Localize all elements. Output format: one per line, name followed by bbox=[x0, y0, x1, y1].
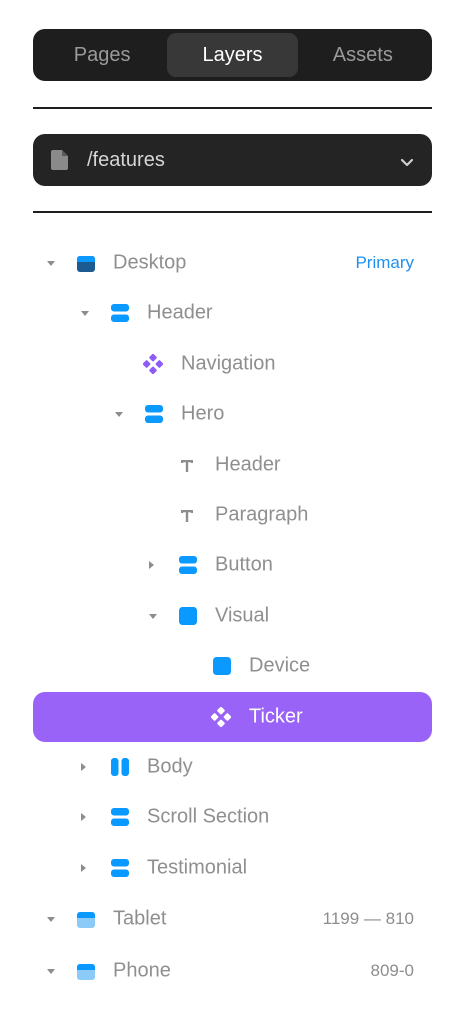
layer-label: Desktop bbox=[113, 251, 187, 274]
page-selector[interactable]: /features bbox=[33, 134, 432, 186]
layer-row[interactable]: Header bbox=[33, 440, 432, 490]
layer-label: Button bbox=[215, 553, 273, 576]
layer-label: Scroll Section bbox=[147, 805, 270, 828]
frame-square-icon bbox=[179, 606, 197, 631]
layer-label: Hero bbox=[181, 402, 225, 425]
layer-row[interactable]: Testimonial bbox=[33, 843, 432, 893]
frame-light-icon bbox=[77, 963, 95, 986]
component-icon bbox=[210, 706, 232, 733]
frame-light-icon bbox=[77, 911, 95, 934]
layer-row[interactable]: Desktop Primary bbox=[33, 238, 432, 288]
layer-row[interactable]: Navigation bbox=[33, 339, 432, 389]
layer-row[interactable]: Body bbox=[33, 742, 432, 792]
layer-row[interactable]: Tablet 1199 — 810 bbox=[33, 894, 432, 944]
layer-label: Navigation bbox=[181, 352, 276, 375]
tab-layers[interactable]: Layers bbox=[167, 33, 298, 77]
caret-down-icon[interactable] bbox=[47, 917, 55, 923]
stack-icon bbox=[145, 405, 163, 429]
caret-right-icon[interactable] bbox=[81, 763, 86, 771]
stack-icon bbox=[111, 808, 129, 832]
tab-assets[interactable]: Assets bbox=[298, 33, 428, 77]
primary-badge: Primary bbox=[355, 253, 414, 272]
page-path: /features bbox=[87, 148, 165, 171]
layer-row[interactable]: Phone 809-0 bbox=[33, 946, 432, 996]
layer-row[interactable]: Paragraph bbox=[33, 490, 432, 540]
stack-icon bbox=[111, 304, 129, 328]
frame-icon bbox=[77, 255, 95, 278]
caret-right-icon[interactable] bbox=[81, 813, 86, 822]
layer-row[interactable]: Hero bbox=[33, 389, 432, 439]
layer-label: Paragraph bbox=[215, 503, 309, 526]
caret-right-icon[interactable] bbox=[81, 863, 86, 872]
caret-down-icon[interactable] bbox=[115, 412, 123, 418]
divider bbox=[33, 211, 432, 213]
caret-right-icon[interactable] bbox=[149, 561, 154, 570]
caret-down-icon[interactable] bbox=[81, 311, 89, 317]
layer-label: Testimonial bbox=[147, 856, 248, 879]
text-icon bbox=[179, 457, 195, 480]
caret-down-icon[interactable] bbox=[47, 261, 55, 266]
layer-label: Device bbox=[249, 654, 311, 677]
chevron-down-icon[interactable] bbox=[400, 155, 414, 167]
panel-tabs: Pages Layers Assets bbox=[33, 29, 432, 81]
component-icon bbox=[142, 353, 164, 380]
layer-label: Phone bbox=[113, 959, 171, 982]
breakpoint-range: 1199 — 810 bbox=[322, 909, 414, 929]
layer-row[interactable]: Device bbox=[33, 641, 432, 691]
layer-row[interactable]: Scroll Section bbox=[33, 792, 432, 842]
columns-icon bbox=[111, 758, 129, 782]
caret-down-icon[interactable] bbox=[47, 968, 55, 974]
frame-square-icon bbox=[213, 657, 231, 681]
layer-label: Header bbox=[215, 453, 281, 476]
stack-icon bbox=[111, 858, 129, 883]
layer-label: Visual bbox=[215, 604, 270, 627]
layer-row[interactable]: Button bbox=[33, 540, 432, 590]
layer-row[interactable]: Visual bbox=[33, 591, 432, 641]
layer-label: Body bbox=[147, 755, 193, 778]
divider bbox=[33, 107, 432, 109]
layer-label: Tablet bbox=[113, 907, 167, 930]
layer-label: Ticker bbox=[249, 705, 303, 728]
layer-row[interactable]: Header bbox=[33, 288, 432, 338]
layer-label: Header bbox=[147, 301, 213, 324]
layer-row-selected[interactable]: Ticker bbox=[33, 691, 432, 742]
file-icon bbox=[51, 150, 69, 170]
stack-icon bbox=[179, 556, 197, 580]
caret-down-icon[interactable] bbox=[149, 613, 157, 619]
text-icon bbox=[179, 507, 195, 530]
tab-pages[interactable]: Pages bbox=[37, 33, 167, 77]
breakpoint-range: 809-0 bbox=[370, 960, 414, 980]
